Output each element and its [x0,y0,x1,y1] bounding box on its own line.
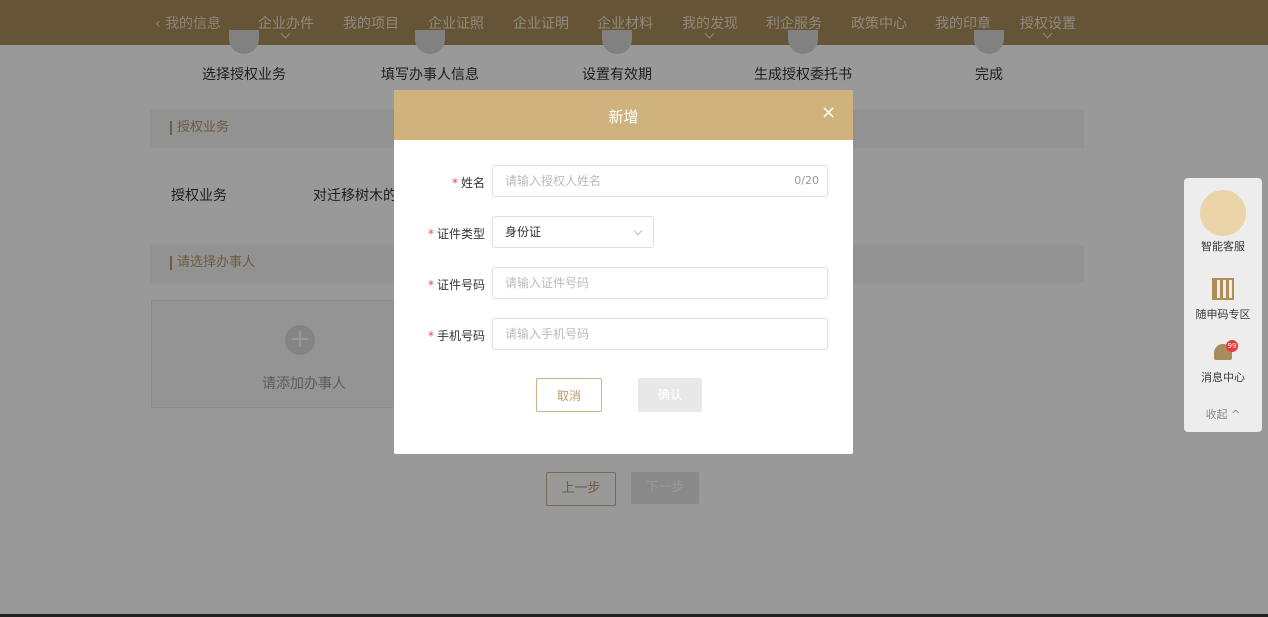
qr-zone-link[interactable]: 随申码专区 [1184,306,1262,322]
chevron-down-icon [633,226,643,236]
smart-service-link[interactable]: 智能客服 [1184,238,1262,254]
name-label: * 姓名 [452,176,486,190]
confirm-button[interactable]: 确认 [638,378,702,412]
side-service-panel: 智能客服 随申码专区 99 消息中心 收起 ^ [1184,178,1262,432]
id-number-placeholder: 请输入证件号码 [505,276,590,290]
phone-input[interactable]: 请输入手机号码 [492,318,828,350]
name-input[interactable]: 请输入授权人姓名 0/20 [492,165,828,197]
id-type-label-text: 证件类型 [437,227,486,241]
name-placeholder: 请输入授权人姓名 [505,174,602,188]
collapse-button[interactable]: 收起 ^ [1184,406,1262,422]
assistant-mascot-icon[interactable] [1200,190,1246,236]
id-type-select[interactable]: 身份证 [492,216,654,248]
id-type-label: * 证件类型 [428,227,486,241]
close-icon[interactable]: × [821,104,836,122]
dialog-header: 新增 × [394,90,853,140]
name-label-text: 姓名 [461,176,486,190]
qr-code-icon[interactable] [1212,278,1234,300]
cancel-button[interactable]: 取消 [536,378,602,412]
name-char-counter: 0/20 [794,174,819,187]
id-number-label: * 证件号码 [428,278,486,292]
id-number-label-text: 证件号码 [437,278,486,292]
message-badge: 99 [1226,340,1238,352]
message-center-link[interactable]: 消息中心 [1184,369,1262,385]
add-agent-dialog: 新增 × * 姓名 请输入授权人姓名 0/20 * 证件类型 身份证 * 证件号码 请… [394,90,853,454]
phone-label-text: 手机号码 [437,329,486,343]
dialog-title: 新增 [608,108,639,126]
phone-label: * 手机号码 [428,329,486,343]
id-type-value: 身份证 [505,225,542,239]
id-number-input[interactable]: 请输入证件号码 [492,267,828,299]
phone-placeholder: 请输入手机号码 [505,327,590,341]
